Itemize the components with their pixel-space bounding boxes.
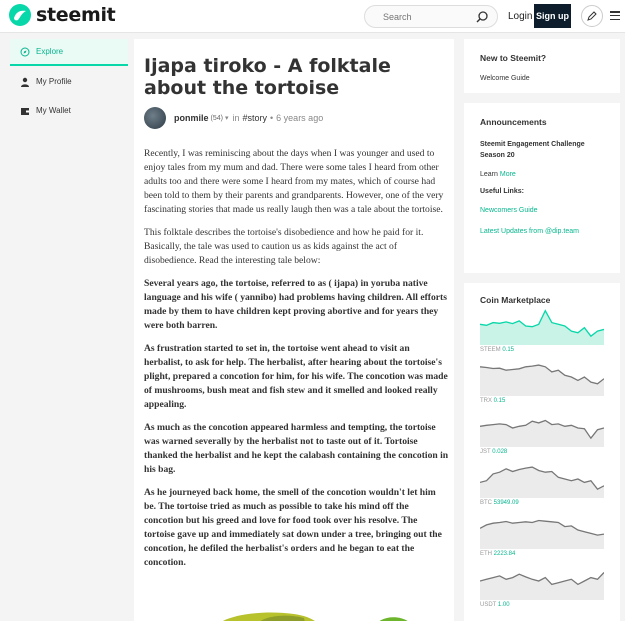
post-article: Ijapa tiroko - A folktale about the tort… xyxy=(134,39,454,621)
coin-price: 1.00 xyxy=(497,602,510,608)
search-box[interactable] xyxy=(364,5,498,28)
chevron-down-icon[interactable]: ▾ xyxy=(225,114,229,122)
useful-links-label: Useful Links: xyxy=(480,188,524,195)
author-reputation: (54) xyxy=(210,114,223,122)
more-link[interactable]: More xyxy=(500,171,516,178)
left-nav: Explore My Profile My Wallet xyxy=(10,39,128,126)
login-link[interactable]: Login xyxy=(508,11,532,22)
signup-button[interactable]: Sign up xyxy=(534,4,571,28)
steemit-logo[interactable]: steemit xyxy=(9,4,116,26)
learn-more-row: Learn More xyxy=(480,171,604,178)
write-post-button[interactable] xyxy=(581,5,603,27)
coin-marketplace-heading: Coin Marketplace xyxy=(480,295,551,305)
search-icon[interactable] xyxy=(475,10,489,24)
coin-price: 2223.84 xyxy=(493,551,516,557)
pencil-icon xyxy=(587,11,597,21)
nav-item-my-profile[interactable]: My Profile xyxy=(10,68,128,95)
latest-updates-link[interactable]: Latest Updates from @dip.team xyxy=(480,226,604,237)
post-body: Recently, I was reminiscing about the da… xyxy=(144,147,450,579)
announcements-card: Announcements Steemit Engagement Challen… xyxy=(464,103,620,273)
logo-text: steemit xyxy=(36,4,116,26)
author-name[interactable]: ponmile xyxy=(174,113,209,123)
usdt-sparkline xyxy=(480,572,604,600)
post-paragraph: Recently, I was reminiscing about the da… xyxy=(144,148,444,215)
newcomers-guide-link[interactable]: Newcomers Guide xyxy=(480,207,604,214)
post-paragraph: As much as the concotion appeared harmle… xyxy=(144,422,449,475)
top-header: steemit Login Sign up xyxy=(0,0,625,33)
eth-sparkline-area xyxy=(480,520,604,549)
wallet-icon xyxy=(20,106,30,116)
post-illustration xyxy=(222,612,408,621)
learn-text: Learn xyxy=(480,171,498,178)
eth-sparkline xyxy=(480,519,604,549)
coin-name: STEEM xyxy=(480,347,503,353)
coin-name: BTC xyxy=(480,500,494,506)
steem-sparkline-area xyxy=(480,310,604,345)
post-age: 6 years ago xyxy=(276,113,324,123)
new-to-steemit-heading: New to Steemit? xyxy=(480,53,547,63)
post-meta: ponmile (54) ▾ in #story • 6 years ago xyxy=(144,107,323,129)
nav-item-label: My Wallet xyxy=(36,106,71,115)
nav-item-explore[interactable]: Explore xyxy=(10,39,128,66)
post-title: Ijapa tiroko - A folktale about the tort… xyxy=(144,55,391,99)
post-paragraph: Several years ago, the tortoise, referre… xyxy=(144,278,447,331)
post-paragraph: As he journeyed back home, the smell of … xyxy=(144,487,442,568)
coin-name: USDT xyxy=(480,602,498,608)
coin-name: ETH xyxy=(480,551,494,557)
nav-item-label: Explore xyxy=(36,47,64,56)
coin-name: JST xyxy=(480,449,493,455)
btc-price-label[interactable]: BTC 53949.09 xyxy=(480,500,519,506)
announcements-heading: Announcements xyxy=(480,117,547,127)
post-tag[interactable]: #story xyxy=(243,113,268,123)
coin-name: TRX xyxy=(480,398,494,404)
sidebar-gap xyxy=(464,93,620,103)
steemit-logo-icon xyxy=(9,4,31,26)
eth-price-label[interactable]: ETH 2223.84 xyxy=(480,551,515,557)
meta-dot: • xyxy=(270,113,274,123)
jst-price-label[interactable]: JST 0.028 xyxy=(480,449,507,455)
trx-sparkline-area xyxy=(480,365,604,396)
welcome-guide-link[interactable]: Welcome Guide xyxy=(480,75,604,82)
coin-price: 0.15 xyxy=(502,347,515,353)
nav-item-label: My Profile xyxy=(36,77,72,86)
nav-item-my-wallet[interactable]: My Wallet xyxy=(10,97,128,124)
btc-sparkline xyxy=(480,466,604,498)
user-icon xyxy=(20,77,30,87)
compass-icon xyxy=(20,47,30,57)
coin-price: 53949.09 xyxy=(493,500,519,506)
hamburger-menu-icon[interactable] xyxy=(610,11,620,20)
coin-marketplace-card: Coin Marketplace STEEM 0.15 TRX 0.15 JST 0… xyxy=(464,283,620,621)
coin-price: 0.028 xyxy=(492,449,508,455)
steem-price-label[interactable]: STEEM 0.15 xyxy=(480,347,514,353)
search-input[interactable] xyxy=(383,12,463,22)
trx-price-label[interactable]: TRX 0.15 xyxy=(480,398,505,404)
post-paragraph: This folktale describes the tortoise's d… xyxy=(144,227,424,266)
usdt-price-label[interactable]: USDT 1.00 xyxy=(480,602,510,608)
coin-price: 0.15 xyxy=(493,398,506,404)
trx-sparkline xyxy=(480,364,604,396)
jst-sparkline xyxy=(480,419,604,447)
steem-sparkline xyxy=(480,309,604,345)
author-avatar[interactable] xyxy=(144,107,166,129)
post-paragraph: As frustration started to set in, the to… xyxy=(144,343,448,410)
engagement-challenge-link[interactable]: Steemit Engagement Challenge Season 20 xyxy=(480,139,604,161)
in-text: in xyxy=(232,113,240,123)
